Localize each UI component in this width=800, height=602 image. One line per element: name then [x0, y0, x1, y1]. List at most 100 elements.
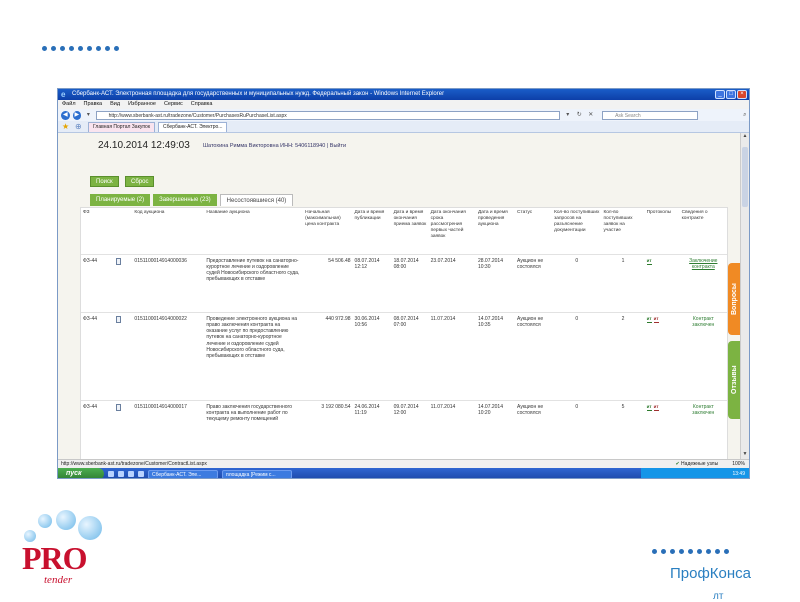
cell-auction-date: 14.07.2014 10:35: [475, 311, 516, 400]
menu-edit[interactable]: Правка: [84, 100, 103, 109]
stop-icon[interactable]: ✕: [587, 111, 596, 119]
start-button[interactable]: пуск: [58, 468, 104, 478]
zoom-level[interactable]: 100%: [732, 460, 745, 468]
add-favorite-icon[interactable]: ⊕: [75, 121, 85, 132]
document-icon[interactable]: [115, 257, 121, 265]
auction-table-panel: ФЗ Код аукциона Название аукциона Началь…: [80, 207, 728, 459]
cell-end-accept: 08.07.2014 07:00: [391, 311, 429, 400]
protocol-icon[interactable]: ит: [646, 404, 652, 411]
minimize-button[interactable]: _: [715, 90, 725, 99]
col-contract: Сведения о контракте: [681, 210, 708, 221]
menu-help[interactable]: Справка: [191, 100, 213, 109]
go-icon[interactable]: ▾: [563, 111, 572, 119]
back-icon[interactable]: ◀: [61, 110, 70, 120]
col-price: Начальная (максимальная) цена контракта: [305, 210, 341, 227]
favorites-star-icon[interactable]: ★: [62, 121, 72, 132]
col-applications: Кол-во поступивших заявок на участие: [603, 210, 633, 233]
cell-status: Аукцион не состоялся: [515, 311, 553, 400]
menu-tools[interactable]: Сервис: [164, 100, 183, 109]
decorative-dots-top: [42, 46, 119, 51]
menu-view[interactable]: Вид: [110, 100, 120, 109]
table-row: ФЗ-44 0151100014914000017 Право заключен…: [81, 399, 727, 440]
logo-subtext: tender: [44, 574, 73, 586]
cell-auction-date: 14.07.2014 10:20: [475, 399, 516, 440]
cell-name: Право заключения государственного контра…: [204, 399, 304, 440]
cell-price: 440 972.98: [303, 311, 353, 400]
quicklaunch-icon[interactable]: [138, 471, 144, 477]
col-end-accept: Дата и время окончания приема заявок: [393, 210, 427, 227]
contract-status[interactable]: Контракт заключен: [692, 316, 714, 328]
taskbar: пуск Сбербанк-АСТ. Эле... площадка [Режи…: [58, 468, 749, 478]
status-url: http://www.sberbank-ast.ru/tradezone/Cus…: [61, 461, 207, 467]
cell-published: 30.06.2014 10:56: [352, 311, 392, 400]
cell-fz: ФЗ-44: [81, 311, 114, 400]
auction-table: ФЗ Код аукциона Название аукциона Началь…: [81, 208, 727, 440]
window-title: Сбербанк-АСТ. Электронная площадка для г…: [72, 91, 445, 97]
cell-end-accept: 18.07.2014 08:00: [391, 253, 429, 312]
tab-sberbank[interactable]: Сбербанк-АСТ. Электро...: [158, 122, 228, 132]
taskbar-item-browser[interactable]: Сбербанк-АСТ. Эле...: [148, 469, 218, 478]
scroll-up-icon[interactable]: ▲: [741, 133, 749, 141]
menu-file[interactable]: Файл: [62, 100, 76, 109]
protocol-icon[interactable]: ит: [653, 316, 659, 323]
cell-price: 54 506.48: [303, 253, 353, 312]
table-row: ФЗ-44 0151100014914000036 Предоставление…: [81, 253, 727, 312]
cell-status: Аукцион не состоялся: [515, 253, 553, 312]
tab-completed[interactable]: Завершенные (23): [153, 194, 217, 206]
cell-status: Аукцион не состоялся: [515, 399, 553, 440]
cell-code: 0151100014914000036: [132, 253, 205, 312]
cell-requests: 0: [552, 253, 602, 312]
cell-name: Предоставление путевок на санаторно-куро…: [204, 253, 304, 312]
contract-link[interactable]: Заключение контракта: [689, 258, 717, 270]
quicklaunch-icon[interactable]: [108, 471, 114, 477]
cell-requests: 0: [552, 311, 602, 400]
menu-favorites[interactable]: Избранное: [128, 100, 156, 109]
cell-auction-date: 28.07.2014 10:30: [475, 253, 516, 312]
address-input[interactable]: http://www.sberbank-ast.ru/tradezone/Cus…: [95, 110, 561, 120]
page-content: 24.10.2014 12:49:03 Шатохина Римма Викто…: [58, 133, 742, 459]
document-icon[interactable]: [115, 403, 121, 411]
tab-bar: ★ ⊕ Главная Портал Закупок Сбербанк-АСТ.…: [58, 121, 749, 133]
ie-logo-icon: e: [61, 90, 66, 99]
col-name: Название аукциона: [206, 210, 250, 215]
search-button[interactable]: Поиск: [90, 176, 119, 187]
cell-published: 24.06.2014 11:19: [352, 399, 392, 440]
cell-price: 3 192 080.54: [303, 399, 353, 440]
cell-requests: 0: [552, 399, 602, 440]
col-protocols: Протоколы: [646, 210, 672, 215]
document-icon[interactable]: [115, 315, 121, 323]
tab-portal[interactable]: Главная Портал Закупок: [88, 122, 156, 132]
cell-applications: 1: [601, 253, 645, 312]
taskbar-item-word[interactable]: площадка [Режим с...: [222, 469, 292, 478]
search-input[interactable]: Ask Search: [602, 110, 698, 120]
quicklaunch-icon[interactable]: [128, 471, 134, 477]
protocol-icon[interactable]: ит: [646, 316, 652, 323]
cell-end-review: 11.07.2014: [428, 399, 476, 440]
forward-icon[interactable]: ▶: [72, 110, 82, 120]
user-info[interactable]: Шатохина Римма Викторовна ИНН: 540611894…: [203, 143, 346, 149]
cell-published: 08.07.2014 12:12: [352, 253, 392, 312]
scroll-thumb[interactable]: [742, 147, 748, 207]
search-icon[interactable]: ⌕: [741, 111, 749, 119]
security-zone: ✔ Надежные узлы: [675, 461, 719, 467]
maximize-button[interactable]: □: [726, 90, 736, 99]
company-name: ПрофКонса: [670, 565, 752, 582]
vertical-scrollbar[interactable]: ▲ ▼: [740, 133, 749, 459]
cell-fz: ФЗ-44: [81, 253, 114, 312]
tab-failed[interactable]: Несостоявшиеся (40): [219, 194, 294, 206]
browser-window: e Сбербанк-АСТ. Электронная площадка для…: [57, 88, 750, 479]
cell-fz: ФЗ-44: [81, 399, 114, 440]
protocol-icon[interactable]: ит: [646, 258, 652, 265]
history-dropdown-icon[interactable]: ▾: [84, 111, 93, 119]
reset-button[interactable]: Сброс: [125, 176, 155, 187]
status-bar: http://www.sberbank-ast.ru/tradezone/Cus…: [58, 459, 749, 468]
close-button[interactable]: ×: [737, 90, 747, 99]
protocol-icon[interactable]: ит: [653, 404, 659, 411]
contract-status[interactable]: Контракт заключен: [692, 404, 714, 416]
scroll-down-icon[interactable]: ▼: [741, 451, 749, 459]
tab-planned[interactable]: Планируемые (2): [90, 194, 151, 206]
refresh-icon[interactable]: ↻: [575, 111, 584, 119]
cell-code: 0151100014914000017: [132, 399, 205, 440]
col-requests: Кол-во поступивших запросов на разъяснен…: [554, 210, 600, 233]
quicklaunch-icon[interactable]: [118, 471, 124, 477]
